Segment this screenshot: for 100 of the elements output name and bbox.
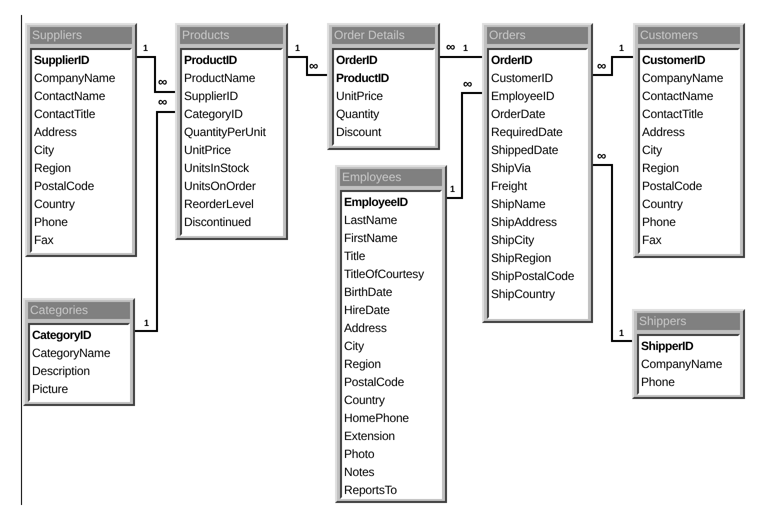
field-name[interactable]: UnitsInStock <box>184 159 249 177</box>
field-name[interactable]: FirstName <box>344 229 398 247</box>
cardinality-label: 1 <box>463 43 468 53</box>
table-window[interactable]: Shippers ShipperID CompanyName Phone <box>632 309 745 399</box>
field-name[interactable]: BirthDate <box>344 283 392 301</box>
relationship-line <box>137 56 175 93</box>
field-name[interactable]: Address <box>642 123 685 141</box>
field-name[interactable]: SupplierID <box>34 51 90 69</box>
field-name[interactable]: ShipCountry <box>491 285 555 303</box>
field-name[interactable]: Phone <box>34 213 68 231</box>
cardinality-label: 1 <box>295 43 300 53</box>
field-name[interactable]: ShipVia <box>491 159 531 177</box>
table-window[interactable]: Order Details OrderID ProductID UnitPrice Quantity Discount <box>327 23 440 150</box>
cardinality-label: ∞ <box>446 39 456 54</box>
table-window[interactable]: Products ProductID ProductName SupplierID CategoryID QuantityPerUnit UnitPrice UnitsInStock UnitsOnOrder ReorderLevel Discontinued <box>175 23 288 240</box>
field-name[interactable]: CategoryID <box>184 105 243 123</box>
cardinality-label: ∞ <box>597 148 606 163</box>
table-window[interactable]: Suppliers SupplierID CompanyName ContactName ContactTitle Address City Region PostalCode Country Phone Fax <box>25 23 137 257</box>
table-window[interactable]: Categories CategoryID CategoryName Description Picture <box>23 298 135 406</box>
field-name[interactable]: Address <box>34 123 77 141</box>
field-name[interactable]: Phone <box>642 213 676 231</box>
field-name[interactable]: City <box>642 141 662 159</box>
field-name[interactable]: CategoryName <box>32 344 110 362</box>
table-window[interactable]: Customers CustomerID CompanyName ContactName ContactTitle Address City Region PostalCode Country Phone Fax <box>633 23 745 258</box>
field-name[interactable]: CompanyName <box>34 69 116 87</box>
cardinality-label: ∞ <box>463 76 472 91</box>
field-name[interactable]: CompanyName <box>641 355 722 373</box>
field-name[interactable]: Freight <box>491 177 527 195</box>
field-name[interactable]: ContactName <box>34 87 106 105</box>
field-name[interactable]: ShipRegion <box>491 249 552 267</box>
field-name[interactable]: Country <box>642 195 683 213</box>
field-name[interactable]: EmployeeID <box>491 87 554 105</box>
field-name[interactable]: ReportsTo <box>344 481 397 497</box>
field-name[interactable]: OrderID <box>491 51 532 69</box>
field-name[interactable]: Quantity <box>336 105 380 123</box>
field-name[interactable]: PostalCode <box>642 177 702 195</box>
field-name[interactable]: Discount <box>336 123 382 141</box>
field-name[interactable]: UnitsOnOrder <box>184 177 256 195</box>
field-name[interactable]: HireDate <box>344 301 390 319</box>
field-name[interactable]: PostalCode <box>34 177 94 195</box>
field-name[interactable]: RequiredDate <box>491 123 563 141</box>
cardinality-label: 1 <box>619 328 624 338</box>
field-name[interactable]: ProductName <box>184 69 256 87</box>
field-name[interactable]: CustomerID <box>642 51 706 69</box>
field-name[interactable]: CustomerID <box>491 69 554 87</box>
cardinality-label: ∞ <box>158 74 168 89</box>
field-name[interactable]: Discontinued <box>184 213 251 231</box>
field-name[interactable]: OrderID <box>336 51 378 69</box>
field-name[interactable]: Picture <box>32 380 68 398</box>
field-name[interactable]: HomePhone <box>344 409 409 427</box>
cardinality-label: ∞ <box>309 58 318 73</box>
field-name[interactable]: ShipName <box>491 195 546 213</box>
field-name[interactable]: ContactTitle <box>642 105 704 123</box>
cardinality-label: 1 <box>143 43 148 53</box>
field-name[interactable]: EmployeeID <box>344 193 408 211</box>
field-name[interactable]: CompanyName <box>642 69 724 87</box>
field-name[interactable]: Region <box>34 159 71 177</box>
field-name[interactable]: Country <box>34 195 75 213</box>
relationship-line <box>288 56 327 76</box>
field-name[interactable]: ShipCity <box>491 231 534 249</box>
field-name[interactable]: Region <box>642 159 679 177</box>
field-name[interactable]: Phone <box>641 373 675 391</box>
field-name[interactable]: Fax <box>34 231 54 249</box>
field-name[interactable]: ProductID <box>184 51 237 69</box>
field-name[interactable]: PostalCode <box>344 373 404 391</box>
field-name[interactable]: LastName <box>344 211 398 229</box>
cardinality-label: 1 <box>619 43 624 53</box>
field-name[interactable]: Region <box>344 355 381 373</box>
field-name[interactable]: Extension <box>344 427 395 445</box>
field-name[interactable]: CategoryID <box>32 326 92 344</box>
field-name[interactable]: ShipAddress <box>491 213 557 231</box>
field-name[interactable]: ShipperID <box>641 337 694 355</box>
field-name[interactable]: Photo <box>344 445 374 463</box>
field-name[interactable]: UnitPrice <box>184 141 231 159</box>
table-window[interactable]: Orders OrderID CustomerID EmployeeID OrderDate RequiredDate ShippedDate ShipVia Freight ShipName ShipAddress ShipCity ShipRegion ShipPostalCode ShipCountry <box>482 23 593 323</box>
field-name[interactable]: OrderDate <box>491 105 546 123</box>
field-name[interactable]: UnitPrice <box>336 87 383 105</box>
cardinality-label: ∞ <box>158 94 168 109</box>
field-name[interactable]: ProductID <box>336 69 389 87</box>
field-name[interactable]: ContactTitle <box>34 105 96 123</box>
cardinality-label: 1 <box>144 318 150 328</box>
field-name[interactable]: Fax <box>642 231 662 249</box>
field-name[interactable]: QuantityPerUnit <box>184 123 266 141</box>
field-name[interactable]: ShippedDate <box>491 141 558 159</box>
field-name[interactable]: City <box>344 337 364 355</box>
field-name[interactable]: TitleOfCourtesy <box>344 265 424 283</box>
field-name[interactable]: SupplierID <box>184 87 238 105</box>
field-name[interactable]: City <box>34 141 54 159</box>
table-window[interactable]: Employees EmployeeID LastName FirstName Title TitleOfCourtesy BirthDate HireDate Address City Region PostalCode Country HomePhone Extension Photo Notes ReportsTo <box>335 165 447 503</box>
field-name[interactable]: Description <box>32 362 90 380</box>
field-name[interactable]: Title <box>344 247 366 265</box>
field-name[interactable]: Address <box>344 319 387 337</box>
field-name[interactable]: Notes <box>344 463 374 481</box>
relationship-line <box>440 56 482 58</box>
field-name[interactable]: ContactName <box>642 87 714 105</box>
field-name[interactable]: ShipPostalCode <box>491 267 574 285</box>
cardinality-label: 1 <box>450 184 456 194</box>
field-name[interactable]: Country <box>344 391 385 409</box>
field-name[interactable]: ReorderLevel <box>184 195 254 213</box>
relationship-line <box>593 56 633 76</box>
